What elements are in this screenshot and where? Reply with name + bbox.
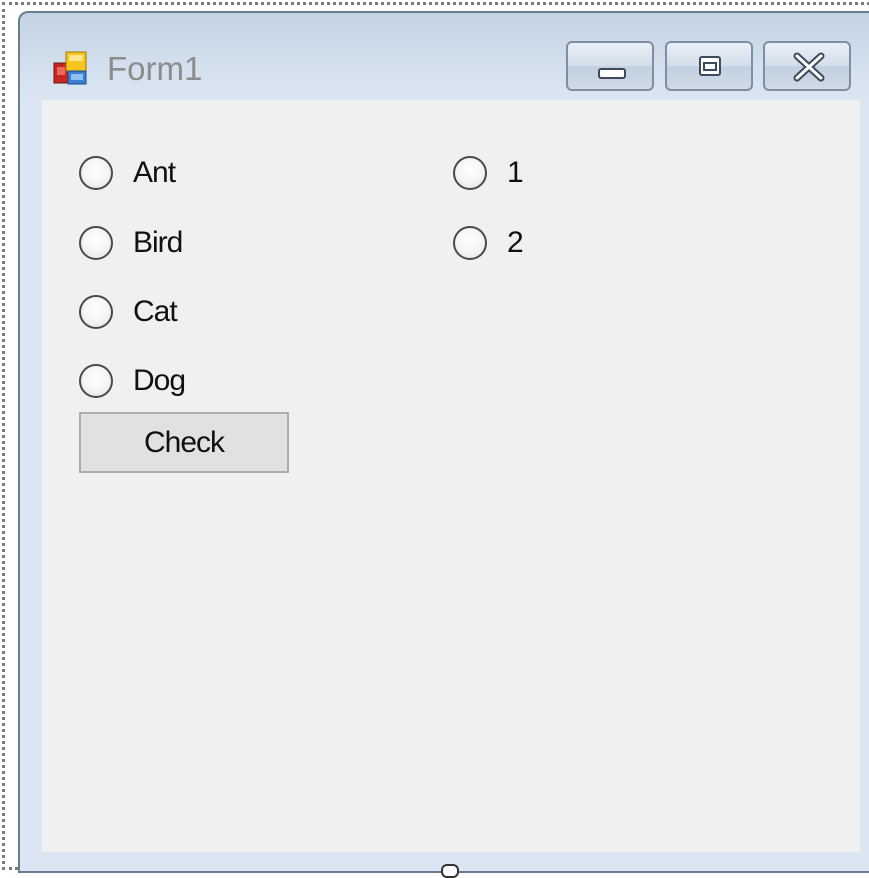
radio-label: Cat [133, 295, 178, 328]
radio-cat[interactable]: Cat [79, 292, 178, 332]
radio-label: 2 [507, 226, 524, 259]
radio-label: Bird [133, 226, 183, 259]
minimize-button[interactable] [566, 41, 654, 91]
radio-1[interactable]: 1 [453, 153, 524, 193]
radio-label: Dog [133, 364, 186, 397]
form-window: Form1 Ant Bird Cat Dog 1 2 Check [18, 11, 869, 873]
maximize-button[interactable] [665, 41, 753, 91]
radio-circle[interactable] [79, 226, 113, 260]
radio-circle[interactable] [453, 156, 487, 190]
radio-label: Ant [133, 156, 176, 189]
radio-ant[interactable]: Ant [79, 153, 176, 193]
radio-dog[interactable]: Dog [79, 361, 186, 401]
radio-bird[interactable]: Bird [79, 223, 183, 263]
close-button[interactable] [763, 41, 851, 91]
radio-label: 1 [507, 156, 524, 189]
check-button[interactable]: Check [79, 412, 289, 473]
form-client-area: Ant Bird Cat Dog 1 2 Check [42, 100, 860, 852]
form-app-icon [53, 51, 87, 85]
radio-2[interactable]: 2 [453, 223, 524, 263]
resize-handle[interactable] [441, 864, 459, 878]
window-title: Form1 [107, 50, 203, 87]
radio-circle[interactable] [79, 364, 113, 398]
radio-circle[interactable] [79, 156, 113, 190]
radio-circle[interactable] [79, 295, 113, 329]
radio-circle[interactable] [453, 226, 487, 260]
title-bar[interactable]: Form1 [20, 13, 869, 101]
